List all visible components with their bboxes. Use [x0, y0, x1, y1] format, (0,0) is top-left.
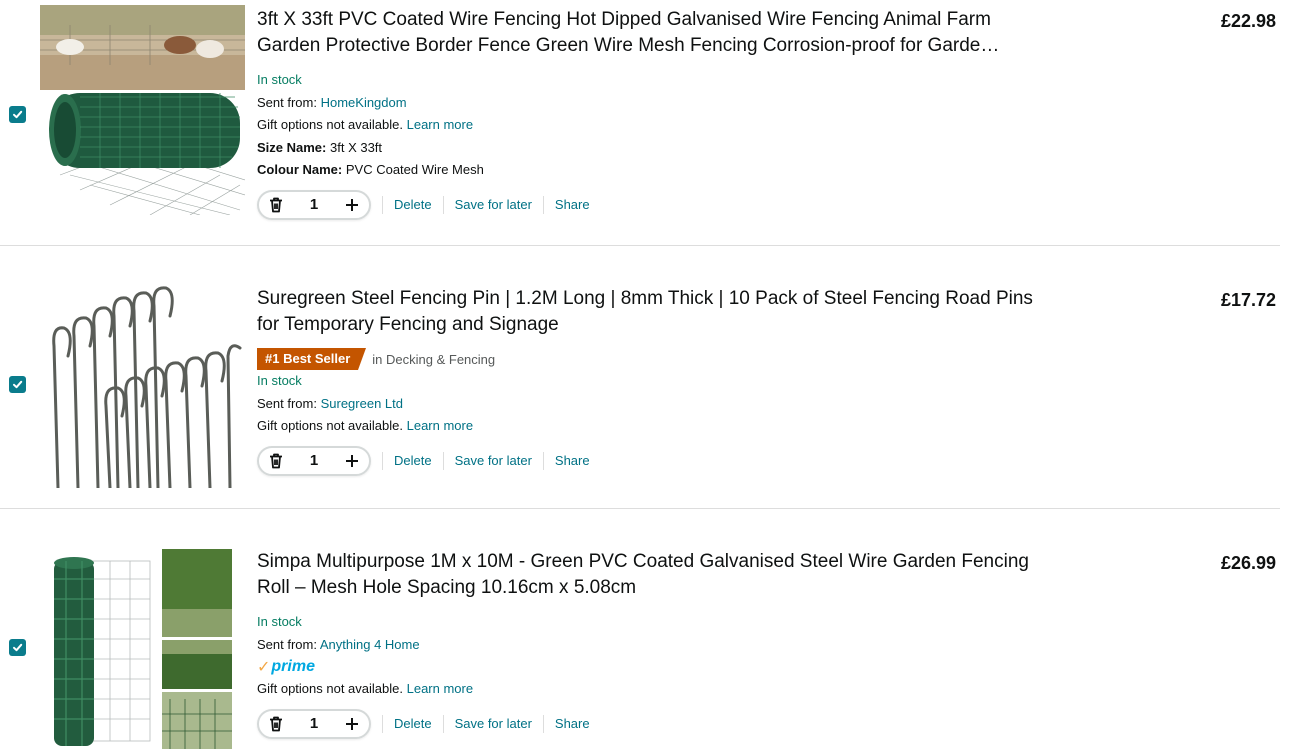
- seller-link[interactable]: Suregreen Ltd: [321, 396, 403, 411]
- stock-status: In stock: [257, 614, 302, 629]
- sent-from-label: Sent from:: [257, 94, 317, 110]
- best-seller-row: #1 Best Seller in Decking & Fencing: [257, 348, 1137, 370]
- prime-badge: ✓ prime: [257, 656, 1137, 678]
- quantity-value: 1: [309, 452, 319, 469]
- seller-link[interactable]: HomeKingdom: [321, 95, 407, 110]
- item-actions: 1 Delete Save for later Share: [257, 707, 1137, 741]
- item-price: £17.72: [1220, 290, 1276, 310]
- sent-from: Sent from: Suregreen Ltd: [257, 393, 1137, 416]
- product-image[interactable]: [40, 286, 245, 488]
- plus-icon[interactable]: [343, 452, 361, 470]
- size-label: Size Name:: [257, 139, 327, 155]
- product-title[interactable]: Simpa Multipurpose 1M x 10M - Green PVC …: [257, 549, 1057, 601]
- item-select-checkbox[interactable]: [9, 106, 26, 123]
- save-for-later-link[interactable]: Save for later: [442, 714, 543, 733]
- size-value: 3ft X 33ft: [330, 139, 383, 155]
- share-link[interactable]: Share: [542, 195, 601, 214]
- save-for-later-link[interactable]: Save for later: [442, 195, 543, 214]
- item-price: £22.98: [1220, 11, 1276, 31]
- quantity-stepper: 1: [257, 189, 371, 220]
- quantity-stepper: 1: [257, 708, 371, 739]
- share-link[interactable]: Share: [542, 714, 601, 733]
- item-actions: 1 Delete Save for later Share: [257, 444, 1137, 478]
- plus-icon[interactable]: [343, 196, 361, 214]
- trash-icon[interactable]: [267, 452, 285, 470]
- learn-more-link[interactable]: Learn more: [407, 418, 473, 433]
- quantity-stepper: 1: [257, 445, 371, 476]
- best-seller-badge[interactable]: #1 Best Seller: [257, 348, 367, 370]
- gift-options: Gift options not available. Learn more: [257, 114, 1137, 137]
- seller-link[interactable]: Anything 4 Home: [320, 637, 420, 652]
- checkmark-icon: [13, 380, 23, 389]
- checkmark-icon: [13, 643, 23, 652]
- prime-check-icon: ✓: [257, 659, 271, 676]
- colour-value: PVC Coated Wire Mesh: [345, 162, 484, 177]
- learn-more-link[interactable]: Learn more: [407, 681, 473, 696]
- product-image[interactable]: [40, 5, 245, 215]
- item-select-checkbox[interactable]: [9, 639, 26, 656]
- trash-icon[interactable]: [267, 196, 285, 214]
- item-actions: 1 Delete Save for later Share: [257, 188, 1137, 222]
- stock-status: In stock: [257, 373, 302, 388]
- gift-options: Gift options not available. Learn more: [257, 415, 1137, 438]
- item-details: 3ft X 33ft PVC Coated Wire Fencing Hot D…: [257, 7, 1137, 222]
- shopping-cart: 3ft X 33ft PVC Coated Wire Fencing Hot D…: [0, 0, 1296, 749]
- quantity-value: 1: [309, 196, 319, 213]
- gift-options-text: Gift options not available.: [257, 117, 403, 132]
- best-seller-category[interactable]: in Decking & Fencing: [372, 352, 495, 367]
- item-details: Simpa Multipurpose 1M x 10M - Green PVC …: [257, 549, 1137, 741]
- share-link[interactable]: Share: [542, 451, 601, 470]
- product-title[interactable]: Suregreen Steel Fencing Pin | 1.2M Long …: [257, 286, 1057, 338]
- item-price: £26.99: [1220, 553, 1276, 573]
- product-image[interactable]: [40, 549, 245, 749]
- colour-name: Colour Name: PVC Coated Wire Mesh: [257, 159, 1137, 182]
- plus-icon[interactable]: [343, 715, 361, 733]
- cart-item-2: Suregreen Steel Fencing Pin | 1.2M Long …: [0, 246, 1296, 508]
- sent-from: Sent from: Anything 4 Home: [257, 634, 1137, 657]
- stock-status: In stock: [257, 72, 302, 87]
- colour-label: Colour Name:: [257, 162, 343, 177]
- item-select-checkbox[interactable]: [9, 376, 26, 393]
- quantity-value: 1: [309, 715, 319, 732]
- trash-icon[interactable]: [267, 715, 285, 733]
- item-details: Suregreen Steel Fencing Pin | 1.2M Long …: [257, 286, 1137, 478]
- size-name: Size Name: 3ft X 33ft: [257, 137, 1137, 160]
- checkmark-icon: [13, 110, 23, 119]
- cart-item-1: 3ft X 33ft PVC Coated Wire Fencing Hot D…: [0, 0, 1296, 245]
- sent-from: Sent from: HomeKingdom: [257, 92, 1137, 115]
- save-for-later-link[interactable]: Save for later: [442, 451, 543, 470]
- cart-item-3: Simpa Multipurpose 1M x 10M - Green PVC …: [0, 509, 1296, 749]
- sent-from-label: Sent from:: [257, 395, 317, 411]
- sent-from-label: Sent from:: [257, 636, 317, 652]
- gift-options-text: Gift options not available.: [257, 681, 403, 696]
- gift-options: Gift options not available. Learn more: [257, 678, 1137, 701]
- gift-options-text: Gift options not available.: [257, 418, 403, 433]
- delete-link[interactable]: Delete: [382, 195, 443, 214]
- learn-more-link[interactable]: Learn more: [407, 117, 473, 132]
- prime-label: prime: [271, 658, 315, 675]
- product-title[interactable]: 3ft X 33ft PVC Coated Wire Fencing Hot D…: [257, 7, 1057, 59]
- delete-link[interactable]: Delete: [382, 714, 443, 733]
- delete-link[interactable]: Delete: [382, 451, 443, 470]
